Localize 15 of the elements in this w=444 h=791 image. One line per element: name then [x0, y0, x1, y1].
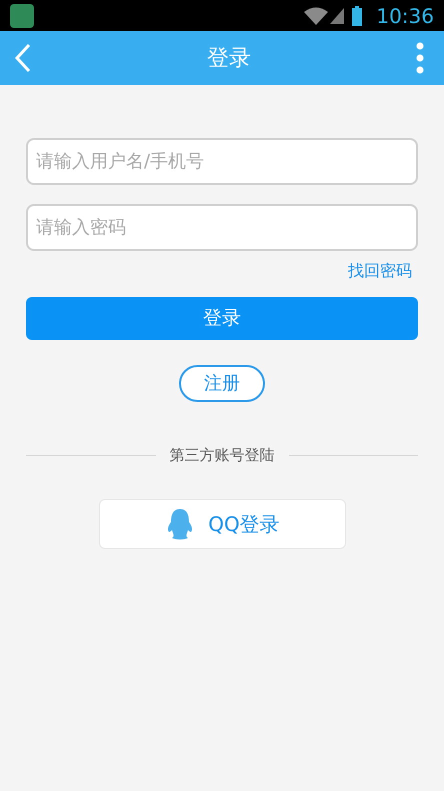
battery-icon — [352, 6, 362, 26]
page-title: 登录 — [207, 44, 251, 72]
back-button[interactable] — [14, 43, 32, 73]
clock: 10:36 — [376, 2, 434, 30]
qq-login-button[interactable]: QQ登录 — [98, 498, 346, 548]
password-field[interactable]: 请输入密码 — [26, 204, 418, 251]
wifi-icon — [304, 6, 328, 24]
signal-icon — [330, 8, 344, 24]
username-field[interactable]: 请输入用户名/手机号 — [26, 138, 418, 185]
login-button[interactable]: 登录 — [26, 297, 418, 340]
register-button[interactable]: 注册 — [179, 365, 265, 402]
app-icon — [10, 4, 34, 28]
forgot-password-link[interactable]: 找回密码 — [348, 259, 418, 283]
more-menu-button[interactable] — [416, 42, 424, 74]
third-party-heading: 第三方账号登陆 — [170, 445, 274, 466]
